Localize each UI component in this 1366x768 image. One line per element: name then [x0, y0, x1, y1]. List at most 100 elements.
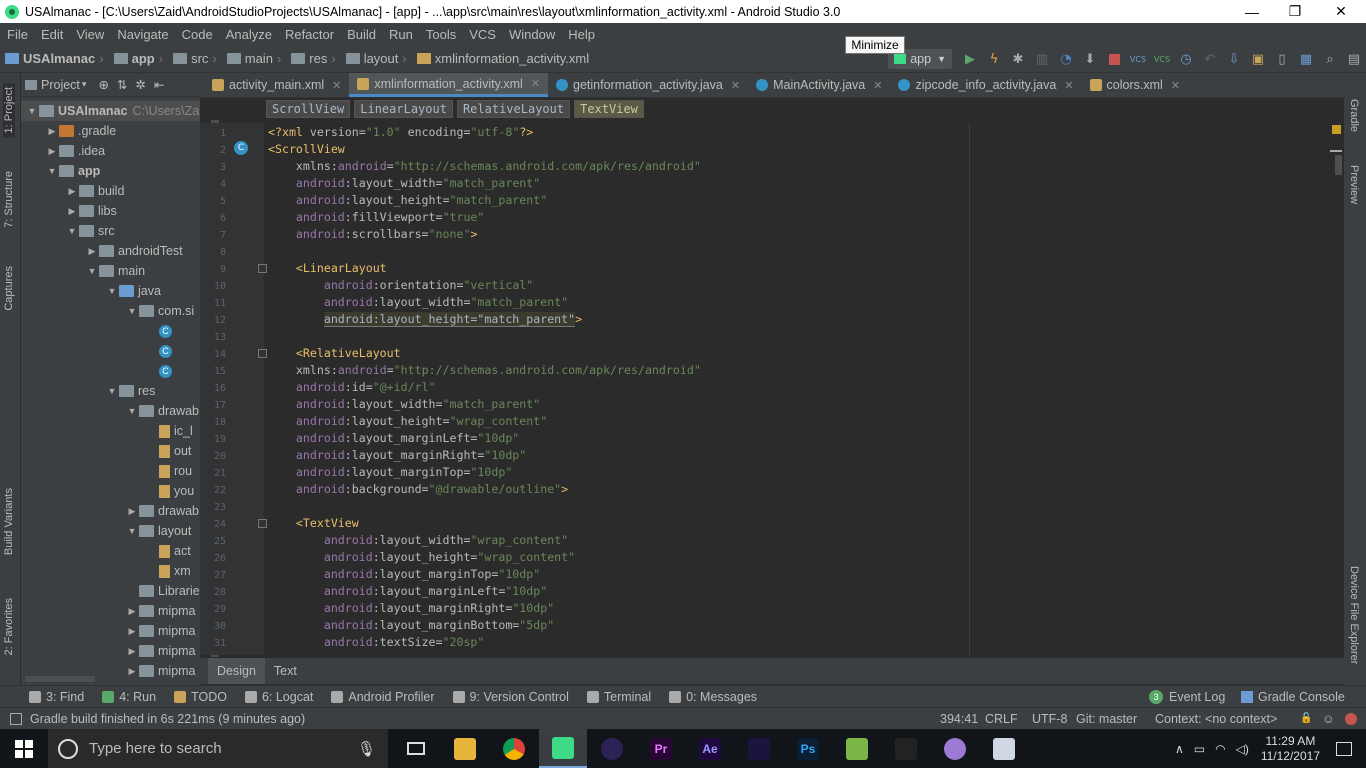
tab-getinformation-activity-java[interactable]: getinformation_activity.java ✕ [548, 73, 748, 97]
xml-crumb-linearlayout[interactable]: LinearLayout [354, 100, 453, 118]
tool----logcat[interactable]: 6: Logcat [236, 690, 322, 704]
event-log-button[interactable]: 3 Event Log [1140, 689, 1234, 704]
close-tab-icon[interactable]: ✕ [873, 79, 882, 92]
device-file-explorer-tab[interactable]: Device File Explorer [1348, 566, 1360, 664]
chrome-taskbar-icon[interactable] [490, 729, 538, 768]
menu-edit[interactable]: Edit [34, 27, 69, 42]
vcs-update-icon[interactable]: VCS [1126, 48, 1150, 70]
tree-item[interactable]: ▶ mipma [21, 601, 200, 621]
tree-item[interactable]: ▼ java [21, 281, 200, 301]
breadcrumb-item[interactable]: res › [286, 51, 340, 66]
show-hidden-icons[interactable]: ∧ [1175, 742, 1184, 756]
expand-arrow-icon[interactable]: ▶ [85, 246, 99, 257]
tree-item[interactable]: ▼ com.si [21, 301, 200, 321]
taskbar-search[interactable]: Type here to search 🎙 [48, 729, 388, 768]
structure-tool-tab[interactable]: 7: Structure [3, 171, 15, 228]
start-button[interactable] [0, 729, 48, 768]
tab-text[interactable]: Text [265, 658, 306, 684]
menu-code[interactable]: Code [175, 27, 219, 42]
photoshop-taskbar-icon[interactable]: Ps [784, 729, 832, 768]
breadcrumb-item[interactable]: main › [222, 51, 287, 66]
tree-item[interactable]: ▶ .gradle [21, 121, 200, 141]
tree-item[interactable]: ▶ .idea [21, 141, 200, 161]
tree-item[interactable]: ▶ mipma [21, 641, 200, 661]
menu-tools[interactable]: Tools [419, 27, 462, 42]
expand-arrow-icon[interactable]: ▶ [65, 206, 79, 217]
menu-file[interactable]: File [0, 27, 34, 42]
preview-tool-tab[interactable]: Preview [1348, 165, 1360, 204]
tool----run[interactable]: 4: Run [93, 690, 165, 704]
tab-design[interactable]: Design [208, 658, 265, 684]
tree-item[interactable]: ▶ build [21, 181, 200, 201]
tree-item[interactable]: C [21, 341, 200, 361]
tree-item[interactable]: you [21, 481, 200, 501]
sync-icon[interactable]: ⊕ [98, 77, 108, 92]
status-toggle-icon[interactable] [10, 712, 22, 725]
tool----messages[interactable]: 0: Messages [660, 690, 766, 704]
github-taskbar-icon[interactable] [931, 729, 979, 768]
breadcrumb-item[interactable]: src › [168, 51, 222, 66]
layout-icon[interactable]: ▤ [1342, 48, 1366, 70]
tree-item[interactable]: C [21, 361, 200, 381]
tree-item[interactable]: ▼ app [21, 161, 200, 181]
favorites-tool-tab[interactable]: 2: Favorites [3, 598, 15, 655]
tree-item[interactable]: ic_l [21, 421, 200, 441]
tab-activity-main-xml[interactable]: activity_main.xml ✕ [204, 73, 349, 97]
expand-arrow-icon[interactable]: ▼ [105, 386, 119, 396]
close-tab-icon[interactable]: ✕ [332, 79, 341, 92]
error-indicator-icon[interactable] [1345, 712, 1357, 725]
expand-arrow-icon[interactable]: ▶ [125, 506, 139, 517]
breadcrumb-item[interactable]: layout › [341, 51, 412, 66]
tab-MainActivity-java[interactable]: MainActivity.java ✕ [748, 73, 890, 97]
tool----find[interactable]: 3: Find [20, 690, 93, 704]
line-separator[interactable]: CRLF [985, 712, 1018, 726]
inspector-icon[interactable]: ☺ [1322, 712, 1335, 726]
vcs-commit-icon[interactable]: VCS [1150, 48, 1174, 70]
tool----version-control[interactable]: 9: Version Control [444, 690, 578, 704]
tree-item[interactable]: C [21, 321, 200, 341]
captures-tool-tab[interactable]: Captures [3, 266, 15, 311]
menu-refactor[interactable]: Refactor [278, 27, 340, 42]
expand-arrow-icon[interactable]: ▼ [125, 306, 139, 316]
tree-item[interactable]: out [21, 441, 200, 461]
eclipse-taskbar-icon[interactable] [588, 729, 636, 768]
battery-icon[interactable]: ▭ [1194, 742, 1205, 756]
expand-arrow-icon[interactable]: ▼ [45, 166, 59, 176]
attach-debugger-icon[interactable]: ⬇ [1078, 48, 1102, 70]
tree-item[interactable]: ▼ layout [21, 521, 200, 541]
tool-android-profiler[interactable]: Android Profiler [322, 690, 443, 704]
search-icon[interactable]: ⌕ [1318, 48, 1342, 70]
caret-position[interactable]: 394:41 [940, 712, 978, 726]
project-structure-icon[interactable]: ▦ [1294, 48, 1318, 70]
editor-scrollbar[interactable] [1335, 155, 1342, 175]
expand-arrow-icon[interactable]: ▶ [65, 186, 79, 197]
microphone-icon[interactable]: 🎙 [357, 740, 376, 758]
profile-icon[interactable]: ◔ [1054, 48, 1078, 70]
remote-desktop-taskbar-icon[interactable] [980, 729, 1028, 768]
sdk-manager-icon[interactable]: ⇩ [1222, 48, 1246, 70]
tree-item[interactable]: ▶ mipma [21, 621, 200, 641]
warning-marker[interactable] [1332, 125, 1341, 134]
run-icon[interactable]: ▶ [958, 48, 982, 70]
expand-arrow-icon[interactable]: ▼ [85, 266, 99, 276]
expand-arrow-icon[interactable]: ▶ [45, 146, 59, 157]
menu-build[interactable]: Build [340, 27, 382, 42]
tree-item[interactable]: Librarie [21, 581, 200, 601]
after-effects-taskbar-icon[interactable]: Ae [686, 729, 734, 768]
tree-item[interactable]: rou [21, 461, 200, 481]
restore-button[interactable]: ❐ [1272, 0, 1318, 23]
tree-item[interactable]: ▼ drawab [21, 401, 200, 421]
close-tab-icon[interactable]: ✕ [731, 79, 740, 92]
vcs-history-icon[interactable]: ◷ [1174, 48, 1198, 70]
tree-item[interactable]: ▼ res [21, 381, 200, 401]
coverage-icon[interactable]: ▥ [1030, 48, 1054, 70]
gradle-tool-tab[interactable]: Gradle [1348, 99, 1360, 132]
close-tab-icon[interactable]: ✕ [1064, 79, 1073, 92]
tool-todo[interactable]: TODO [165, 690, 236, 704]
menu-view[interactable]: View [69, 27, 110, 42]
xml-crumb-relativelayout[interactable]: RelativeLayout [456, 100, 571, 118]
close-button[interactable]: ✕ [1318, 0, 1364, 23]
expand-arrow-icon[interactable]: ▶ [125, 606, 139, 617]
media-encoder-taskbar-icon[interactable] [735, 729, 783, 768]
android-studio-taskbar-icon[interactable] [539, 729, 587, 768]
